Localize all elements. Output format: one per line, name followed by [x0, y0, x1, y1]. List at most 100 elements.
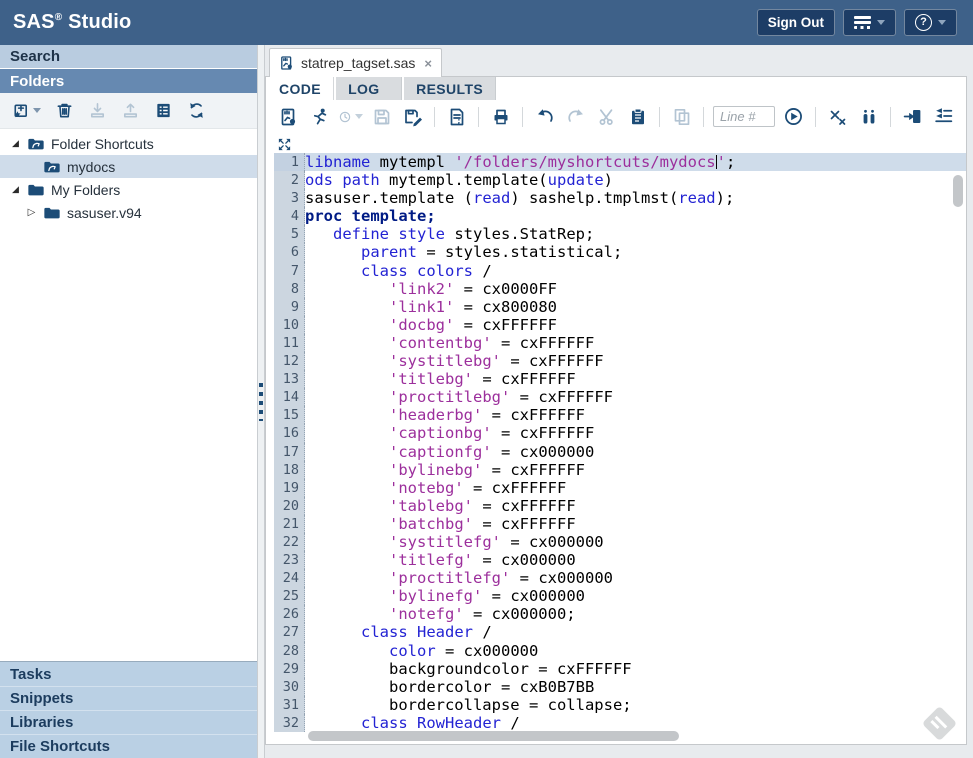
tree-item-label: Folder Shortcuts — [51, 136, 154, 152]
line-number: 27 — [274, 623, 305, 641]
download-button — [84, 98, 110, 124]
code-line[interactable]: 25 'bylinefg' = cx000000 — [274, 587, 966, 605]
code-line[interactable]: 17 'captionfg' = cx000000 — [274, 443, 966, 461]
horizontal-scrollbar[interactable] — [308, 731, 906, 741]
find-replace-button[interactable] — [856, 104, 881, 129]
line-number: 30 — [274, 678, 305, 696]
code-line[interactable]: 8 'link2' = cx0000FF — [274, 280, 966, 298]
tree-item-my-folders[interactable]: ◢ My Folders — [0, 178, 257, 201]
section-file-shortcuts[interactable]: File Shortcuts — [0, 734, 257, 758]
shortcut-folder-icon — [43, 159, 61, 174]
collapse-icon[interactable]: ◢ — [10, 185, 21, 194]
save-as-button[interactable] — [400, 104, 425, 129]
code-line[interactable]: 10 'docbg' = cxFFFFFF — [274, 316, 966, 334]
code-line[interactable]: 6 parent = styles.statistical; — [274, 243, 966, 261]
code-editor[interactable]: 1libname mytempl '/folders/myshortcuts/m… — [266, 153, 966, 744]
line-number: 18 — [274, 461, 305, 479]
code-line[interactable]: 20 'tablebg' = cxFFFFFF — [274, 497, 966, 515]
tab-log[interactable]: LOG — [336, 77, 402, 100]
go-to-region-icon — [902, 106, 923, 127]
refresh-button[interactable] — [183, 98, 209, 124]
tree-item-mydocs[interactable]: mydocs — [0, 155, 257, 178]
section-search[interactable]: Search — [0, 45, 257, 69]
code-line[interactable]: 7 class colors / — [274, 262, 966, 280]
code-line[interactable]: 5 define style styles.StatRep; — [274, 225, 966, 243]
pane-splitter[interactable] — [258, 45, 265, 758]
code-line[interactable]: 9 'link1' = cx800080 — [274, 298, 966, 316]
code-line[interactable]: 29 backgroundcolor = cxFFFFFF — [274, 660, 966, 678]
app-title: SAS® Studio — [13, 11, 131, 34]
code-line[interactable]: 16 'captionbg' = cxFFFFFF — [274, 424, 966, 442]
tab-code[interactable]: CODE — [267, 77, 334, 100]
code-line[interactable]: 3sasuser.template (read) sashelp.tmplmst… — [274, 189, 966, 207]
code-line[interactable]: 19 'notebg' = cxFFFFFF — [274, 479, 966, 497]
clear-code-button[interactable] — [825, 104, 850, 129]
go-to-region-button[interactable] — [900, 104, 925, 129]
code-line[interactable]: 18 'bylinebg' = cxFFFFFF — [274, 461, 966, 479]
more-menu-button[interactable] — [843, 9, 896, 36]
scrollbar-thumb[interactable] — [308, 731, 679, 741]
vertical-scrollbar[interactable] — [953, 175, 963, 726]
toolbar-separator — [659, 107, 660, 127]
code-line[interactable]: 32 class RowHeader / — [274, 714, 966, 732]
section-tasks[interactable]: Tasks — [0, 662, 257, 686]
line-number: 23 — [274, 551, 305, 569]
code-line[interactable]: 12 'systitlebg' = cxFFFFFF — [274, 352, 966, 370]
line-number: 28 — [274, 642, 305, 660]
new-folder-button[interactable] — [8, 98, 44, 124]
expand-tree-icon[interactable]: ▷ — [26, 208, 37, 218]
undo-button[interactable] — [532, 104, 557, 129]
code-line[interactable]: 22 'systitlefg' = cx000000 — [274, 533, 966, 551]
code-line[interactable]: 23 'titlefg' = cx000000 — [274, 551, 966, 569]
line-number: 13 — [274, 370, 305, 388]
line-number-input[interactable] — [713, 106, 775, 127]
run-button[interactable] — [307, 104, 332, 129]
code-line[interactable]: 21 'batchbg' = cxFFFFFF — [274, 515, 966, 533]
code-line[interactable]: 31 bordercollapse = collapse; — [274, 696, 966, 714]
collapse-icon[interactable]: ◢ — [10, 139, 21, 148]
tab-results[interactable]: RESULTS — [404, 77, 496, 100]
copy-icon — [672, 107, 692, 127]
code-line[interactable]: 2ods path mytempl.template(update) — [274, 171, 966, 189]
maximize-view-button[interactable] — [275, 135, 293, 153]
refresh-icon — [187, 101, 206, 120]
code-line[interactable]: 13 'titlebg' = cxFFFFFF — [274, 370, 966, 388]
tree-item-label: sasuser.v94 — [67, 205, 142, 221]
code-line[interactable]: 4proc template; — [274, 207, 966, 225]
code-line[interactable]: 11 'contentbg' = cxFFFFFF — [274, 334, 966, 352]
section-folders[interactable]: Folders — [0, 69, 257, 93]
line-number: 7 — [274, 262, 305, 280]
trash-icon — [55, 101, 74, 120]
tree-item-sasuser-v94[interactable]: ▷ sasuser.v94 — [0, 201, 257, 224]
paste-icon — [628, 107, 648, 127]
sign-out-button[interactable]: Sign Out — [757, 9, 835, 36]
goto-line-button[interactable] — [781, 104, 806, 129]
print-icon — [491, 107, 511, 127]
code-line[interactable]: 14 'proctitlebg' = cxFFFFFF — [274, 388, 966, 406]
program-button[interactable] — [276, 104, 301, 129]
format-code-button[interactable] — [931, 104, 956, 129]
save-as-icon — [403, 107, 423, 127]
section-snippets[interactable]: Snippets — [0, 686, 257, 710]
chevron-down-icon — [938, 20, 946, 25]
paste-button[interactable] — [625, 104, 650, 129]
code-line[interactable]: 15 'headerbg' = cxFFFFFF — [274, 406, 966, 424]
line-number: 19 — [274, 479, 305, 497]
print-button[interactable] — [488, 104, 513, 129]
line-number: 15 — [274, 406, 305, 424]
code-line[interactable]: 24 'proctitlefg' = cx000000 — [274, 569, 966, 587]
code-line[interactable]: 28 color = cx000000 — [274, 642, 966, 660]
help-menu-button[interactable]: ? — [904, 9, 957, 36]
delete-button[interactable] — [51, 98, 77, 124]
code-line[interactable]: 27 class Header / — [274, 623, 966, 641]
scrollbar-thumb[interactable] — [953, 175, 963, 207]
document-tab[interactable]: statrep_tagset.sas × — [269, 48, 442, 77]
section-libraries[interactable]: Libraries — [0, 710, 257, 734]
new-program-button[interactable]: ; — [444, 104, 469, 129]
code-line[interactable]: 30 bordercolor = cxB0B7BB — [274, 678, 966, 696]
properties-button[interactable] — [150, 98, 176, 124]
code-line[interactable]: 26 'notefg' = cx000000; — [274, 605, 966, 623]
close-tab-icon[interactable]: × — [424, 56, 432, 71]
tree-item-folder-shortcuts[interactable]: ◢ Folder Shortcuts — [0, 132, 257, 155]
code-line[interactable]: 1libname mytempl '/folders/myshortcuts/m… — [274, 153, 966, 171]
